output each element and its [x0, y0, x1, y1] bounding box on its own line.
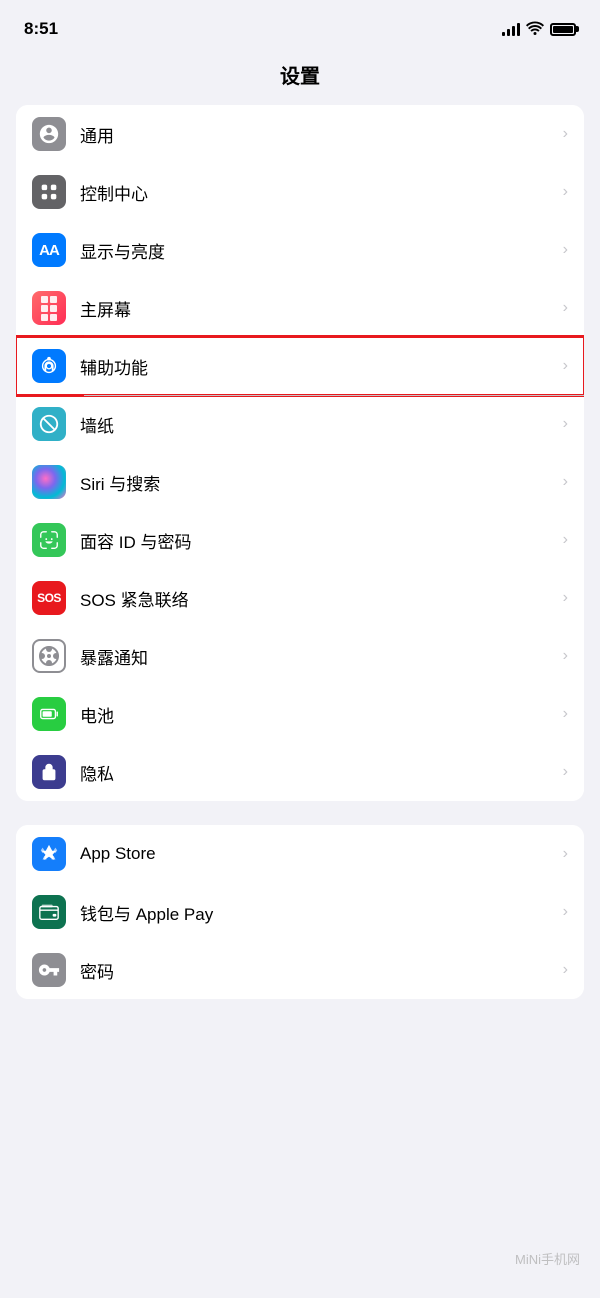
settings-item-accessibility[interactable]: 辅助功能 › — [16, 337, 584, 395]
signal-icon — [502, 22, 520, 36]
watermark: MiNi手机网 — [515, 1249, 580, 1268]
siri-icon — [32, 465, 66, 499]
page-title: 设置 — [0, 50, 600, 105]
status-bar: 8:51 — [0, 0, 600, 50]
appstore-icon: A — [32, 837, 66, 871]
wallpaper-label: 墙纸 — [80, 412, 555, 437]
sos-icon: SOS — [32, 581, 66, 615]
wallet-icon — [32, 895, 66, 929]
control-center-chevron: › — [563, 183, 568, 201]
settings-item-display[interactable]: AA 显示与亮度 › — [16, 221, 584, 279]
homescreen-icon — [32, 291, 66, 325]
display-label: 显示与亮度 — [80, 238, 555, 263]
faceid-label: 面容 ID 与密码 — [80, 528, 555, 553]
general-label: 通用 — [80, 122, 555, 147]
wallpaper-icon — [32, 407, 66, 441]
settings-item-wallet[interactable]: 钱包与 Apple Pay › — [16, 883, 584, 941]
settings-item-battery[interactable]: 电池 › — [16, 685, 584, 743]
accessibility-label: 辅助功能 — [80, 354, 555, 379]
settings-item-privacy[interactable]: 隐私 › — [16, 743, 584, 801]
settings-item-appstore[interactable]: A App Store › — [16, 825, 584, 883]
status-time: 8:51 — [24, 19, 58, 39]
exposure-label: 暴露通知 — [80, 644, 555, 669]
display-chevron: › — [563, 241, 568, 259]
battery-status-icon — [550, 23, 576, 36]
settings-item-sos[interactable]: SOS SOS 紧急联络 › — [16, 569, 584, 627]
settings-item-general[interactable]: 通用 › — [16, 105, 584, 163]
wallet-label: 钱包与 Apple Pay — [80, 900, 555, 925]
status-icons — [502, 21, 576, 38]
settings-section-apps: A App Store › 钱包与 Apple Pay › 密码 › — [16, 825, 584, 999]
control-center-icon — [32, 175, 66, 209]
settings-item-control-center[interactable]: 控制中心 › — [16, 163, 584, 221]
faceid-chevron: › — [563, 531, 568, 549]
homescreen-chevron: › — [563, 299, 568, 317]
privacy-label: 隐私 — [80, 760, 555, 785]
appstore-label: App Store — [80, 844, 555, 864]
siri-chevron: › — [563, 473, 568, 491]
exposure-icon — [32, 639, 66, 673]
control-center-label: 控制中心 — [80, 180, 555, 205]
settings-item-faceid[interactable]: 面容 ID 与密码 › — [16, 511, 584, 569]
appstore-chevron: › — [563, 845, 568, 863]
settings-item-homescreen[interactable]: 主屏幕 › — [16, 279, 584, 337]
settings-item-exposure[interactable]: 暴露通知 › — [16, 627, 584, 685]
sos-chevron: › — [563, 589, 568, 607]
battery-chevron: › — [563, 705, 568, 723]
svg-text:A: A — [46, 850, 53, 860]
homescreen-label: 主屏幕 — [80, 296, 555, 321]
settings-section-general: 通用 › 控制中心 › AA 显示与亮度 › 主屏幕 — [16, 105, 584, 801]
privacy-icon — [32, 755, 66, 789]
wallet-chevron: › — [563, 903, 568, 921]
sos-label: SOS 紧急联络 — [80, 586, 555, 611]
faceid-icon — [32, 523, 66, 557]
accessibility-icon — [32, 349, 66, 383]
general-chevron: › — [563, 125, 568, 143]
wallpaper-chevron: › — [563, 415, 568, 433]
accessibility-chevron: › — [563, 357, 568, 375]
siri-label: Siri 与搜索 — [80, 470, 555, 495]
passwords-label: 密码 — [80, 958, 555, 983]
settings-item-wallpaper[interactable]: 墙纸 › — [16, 395, 584, 453]
battery-icon — [32, 697, 66, 731]
exposure-chevron: › — [563, 647, 568, 665]
battery-label: 电池 — [80, 702, 555, 727]
privacy-chevron: › — [563, 763, 568, 781]
passwords-chevron: › — [563, 961, 568, 979]
settings-item-passwords[interactable]: 密码 › — [16, 941, 584, 999]
display-icon: AA — [32, 233, 66, 267]
general-icon — [32, 117, 66, 151]
settings-item-siri[interactable]: Siri 与搜索 › — [16, 453, 584, 511]
passwords-icon — [32, 953, 66, 987]
wifi-icon — [526, 21, 544, 38]
